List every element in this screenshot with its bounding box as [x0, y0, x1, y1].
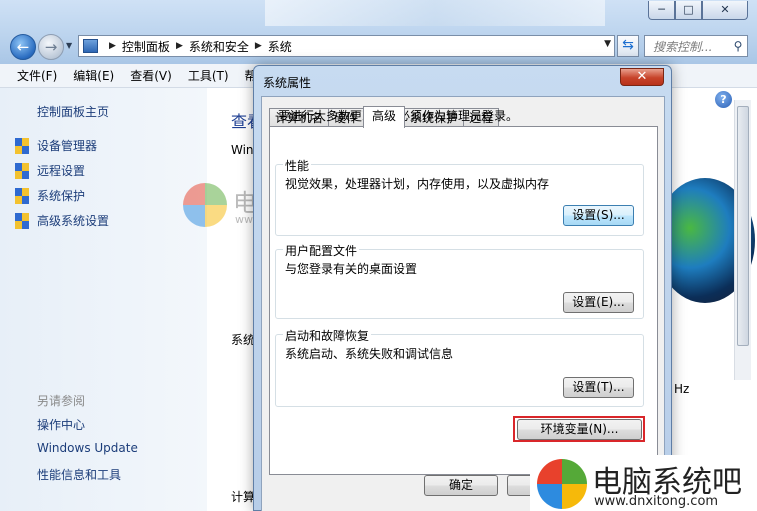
environment-variables-button[interactable]: 环境变量(N)...	[517, 419, 642, 440]
minimize-button[interactable]: ─	[648, 1, 675, 20]
uac-shield-icon	[15, 212, 30, 229]
dialog-title: 系统属性	[263, 76, 312, 90]
sidebar-item-label: 远程设置	[37, 164, 86, 178]
sidebar-item-device-manager[interactable]: 设备管理器	[15, 137, 97, 154]
logo-quadrant-red	[537, 459, 562, 484]
user-profiles-settings-button[interactable]: 设置(E)...	[563, 292, 634, 313]
performance-settings-button[interactable]: 设置(S)...	[563, 205, 634, 226]
logo-quadrant	[183, 183, 205, 205]
menu-edit[interactable]: 编辑(E)	[73, 67, 114, 84]
menu-file[interactable]: 文件(F)	[17, 67, 57, 84]
uac-shield-icon	[15, 187, 30, 204]
address-dropdown-icon[interactable]: ▼	[604, 39, 611, 49]
computer-section-label: 计算	[231, 490, 256, 504]
search-placeholder: 搜索控制...	[653, 39, 713, 54]
group-label: 性能	[283, 157, 312, 174]
breadcrumb-system-security[interactable]: 系统和安全	[189, 38, 249, 55]
sidebar: 控制面板主页 设备管理器 远程设置 系统保护 高级系统设置 另请参阅 操作中心 …	[0, 88, 207, 511]
see-also-heading: 另请参阅	[37, 394, 86, 408]
control-panel-icon	[83, 39, 98, 53]
watermark-logo-icon	[183, 183, 227, 227]
watermark-url: www.dnxitong.com	[594, 494, 719, 509]
sidebar-home-link[interactable]: 控制面板主页	[37, 103, 109, 120]
see-also-windows-update[interactable]: Windows Update	[37, 441, 138, 455]
user-profiles-group: 用户配置文件 与您登录有关的桌面设置 设置(E)...	[275, 242, 644, 319]
group-description: 与您登录有关的桌面设置	[285, 262, 418, 276]
logo-quadrant	[183, 205, 205, 227]
ok-button[interactable]: 确定	[424, 475, 498, 496]
breadcrumb-separator-icon[interactable]: ▶	[255, 41, 262, 51]
maximize-button[interactable]: □	[675, 1, 702, 20]
breadcrumb-separator-icon[interactable]: ▶	[109, 41, 116, 51]
windows-edition-label: Win	[231, 143, 254, 157]
close-window-button[interactable]: ✕	[702, 1, 748, 20]
search-icon[interactable]: ⚲	[729, 39, 747, 53]
system-properties-dialog: 系统属性 ✕ 计算机名 硬件 高级 系统保护 远程 要进行大多数更改，您必须作为…	[253, 65, 672, 511]
sidebar-item-advanced-settings[interactable]: 高级系统设置	[15, 212, 109, 229]
sidebar-item-system-protection[interactable]: 系统保护	[15, 187, 85, 204]
breadcrumb-separator-icon[interactable]: ▶	[176, 41, 183, 51]
group-description: 视觉效果，处理器计划，内存使用，以及虚拟内存	[285, 177, 550, 191]
watermark-large: 电脑系统吧 www.dnxitong.com	[530, 455, 757, 511]
sidebar-item-label: 高级系统设置	[37, 214, 110, 228]
see-also-action-center[interactable]: 操作中心	[37, 416, 85, 433]
group-label: 用户配置文件	[283, 242, 360, 259]
group-description: 系统启动、系统失败和调试信息	[285, 347, 454, 361]
sidebar-item-label: 系统保护	[37, 189, 86, 203]
breadcrumb-control-panel[interactable]: 控制面板	[122, 38, 170, 55]
uac-shield-icon	[15, 162, 30, 179]
background-window-blur	[265, 0, 605, 26]
sidebar-item-remote-settings[interactable]: 远程设置	[15, 162, 85, 179]
refresh-button[interactable]: ⇆	[617, 35, 639, 57]
startup-recovery-group: 启动和故障恢复 系统启动、系统失败和调试信息 设置(T)...	[275, 327, 644, 407]
search-input[interactable]: 搜索控制... ⚲	[644, 35, 748, 57]
group-label: 启动和故障恢复	[283, 327, 372, 344]
startup-recovery-settings-button[interactable]: 设置(T)...	[563, 377, 634, 398]
menu-view[interactable]: 查看(V)	[130, 67, 172, 84]
arrow-right-icon: →	[44, 38, 58, 56]
logo-quadrant-green	[562, 459, 587, 484]
logo-quadrant-blue	[537, 484, 562, 509]
logo-quadrant	[205, 183, 227, 205]
scrollbar-thumb[interactable]	[737, 106, 749, 346]
system-section-label: 系统	[231, 333, 256, 347]
arrow-left-icon: ←	[16, 38, 30, 56]
uac-shield-icon	[15, 137, 30, 154]
main-scrollbar[interactable]	[734, 100, 751, 380]
logo-quadrant	[205, 205, 227, 227]
logo-quadrant-yellow	[562, 484, 587, 509]
performance-group: 性能 视觉效果，处理器计划，内存使用，以及虚拟内存 设置(S)...	[275, 157, 644, 236]
watermark-logo-icon	[537, 459, 587, 509]
tab-advanced[interactable]: 高级	[363, 106, 406, 128]
breadcrumb-system[interactable]: 系统	[268, 38, 292, 55]
see-also-performance-tools[interactable]: 性能信息和工具	[37, 466, 121, 483]
forward-button[interactable]: →	[38, 34, 64, 60]
cpu-speed-suffix: Hz	[674, 382, 690, 396]
help-icon[interactable]: ?	[715, 91, 732, 108]
refresh-icon: ⇆	[622, 37, 634, 53]
address-bar[interactable]: ▶ 控制面板 ▶ 系统和安全 ▶ 系统 ▼	[78, 35, 615, 57]
dialog-close-button[interactable]: ✕	[620, 68, 664, 86]
history-dropdown-icon[interactable]: ▼	[66, 41, 72, 50]
back-button[interactable]: ←	[10, 34, 36, 60]
menu-tools[interactable]: 工具(T)	[188, 67, 229, 84]
sidebar-item-label: 设备管理器	[37, 139, 98, 153]
